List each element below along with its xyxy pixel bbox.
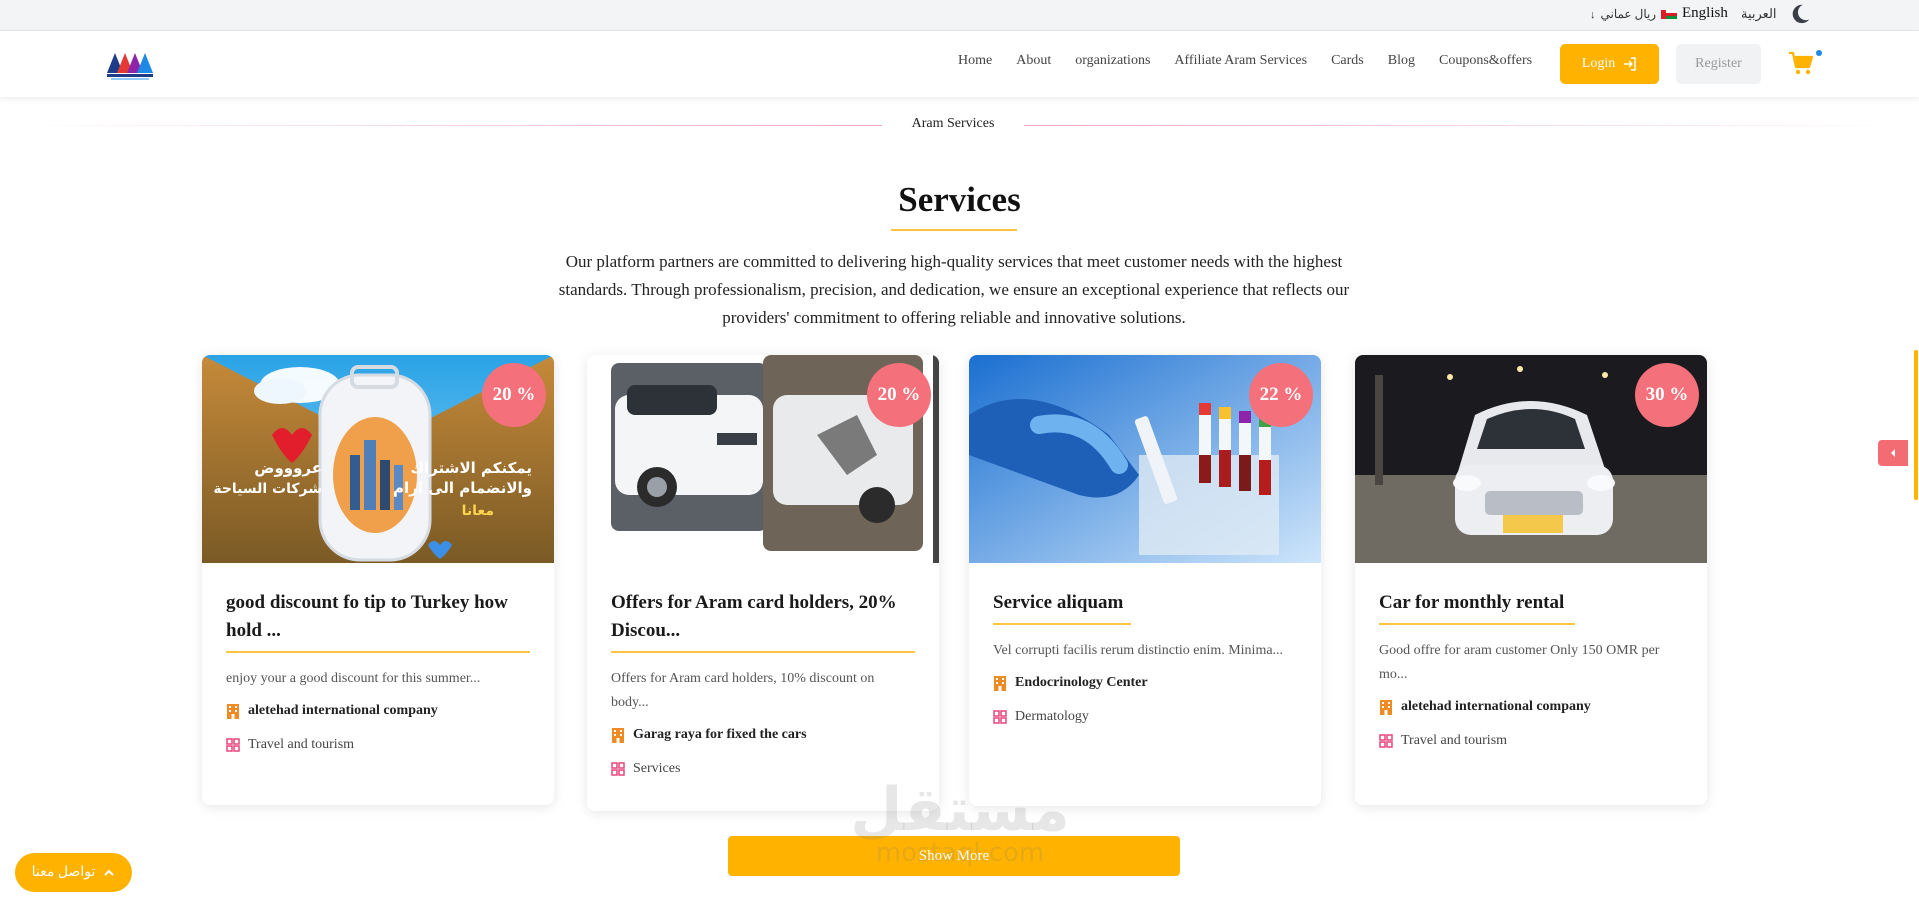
show-more-label: Show More bbox=[918, 847, 990, 864]
company-name: Garag raya for fixed the cars bbox=[633, 727, 807, 742]
card-company[interactable]: Endocrinology Center bbox=[993, 675, 1297, 691]
building-icon bbox=[227, 703, 239, 719]
svg-text:يمكنكم الاشتراك: يمكنكم الاشتراك bbox=[410, 459, 532, 477]
card-image: 20 % bbox=[587, 355, 939, 563]
login-arrow-icon bbox=[1624, 57, 1636, 71]
currency-selector[interactable]: ↓ ريال عماني bbox=[1590, 7, 1678, 22]
svg-text:معانا: معانا bbox=[462, 503, 494, 519]
category-grid-icon bbox=[611, 762, 625, 776]
register-label: Register bbox=[1695, 56, 1742, 71]
contact-us-label: تواصل معنا bbox=[31, 865, 96, 880]
page-title: Services bbox=[898, 180, 1021, 219]
nav-cards[interactable]: Cards bbox=[1331, 53, 1364, 69]
discount-badge: 20 % bbox=[867, 363, 931, 427]
discount-badge: 22 % bbox=[1249, 363, 1313, 427]
oman-flag-icon bbox=[1661, 10, 1678, 19]
service-card-2[interactable]: 20 % Offers for Aram card holders, 20% D… bbox=[587, 355, 939, 811]
section-divider-left bbox=[20, 125, 882, 126]
svg-text:والانضمام الى ارام: والانضمام الى ارام bbox=[393, 479, 532, 497]
nav-organizations[interactable]: organizations bbox=[1075, 53, 1150, 69]
category-grid-icon bbox=[226, 738, 240, 752]
title-underline bbox=[891, 229, 1017, 231]
svg-text:عروووض: عروووض bbox=[254, 459, 322, 477]
category-grid-icon bbox=[993, 710, 1007, 724]
language-arabic-link[interactable]: العربية bbox=[1741, 6, 1777, 22]
card-title[interactable]: good discount fo tip to Turkey how hold … bbox=[226, 589, 530, 651]
company-name: Endocrinology Center bbox=[1015, 675, 1148, 690]
dark-mode-moon-icon[interactable] bbox=[1789, 3, 1811, 25]
card-image: يمكنكم الاشتراك والانضمام الى ارام معانا… bbox=[202, 355, 554, 563]
currency-label: ريال عماني bbox=[1600, 7, 1657, 21]
card-title-underline bbox=[1379, 623, 1575, 625]
company-name: aletehad international company bbox=[1401, 699, 1591, 714]
category-name: Dermatology bbox=[1015, 709, 1089, 724]
chevron-down-icon: ↓ bbox=[1590, 8, 1596, 21]
card-title[interactable]: Car for monthly rental bbox=[1379, 589, 1564, 623]
category-name: Travel and tourism bbox=[248, 737, 355, 752]
cart-notification-dot bbox=[1816, 50, 1822, 56]
nav-home[interactable]: Home bbox=[958, 53, 992, 69]
card-description: Vel corrupti facilis rerum distinctio en… bbox=[993, 643, 1284, 658]
card-description: enjoy your a good discount for this summ… bbox=[226, 671, 481, 686]
scrollbar-thumb[interactable] bbox=[1914, 350, 1918, 500]
side-panel-toggle[interactable] bbox=[1878, 440, 1908, 466]
card-title-underline bbox=[611, 651, 915, 653]
card-title[interactable]: Offers for Aram card holders, 20% Discou… bbox=[611, 589, 915, 651]
nav-links: Home About organizations Affiliate Aram … bbox=[958, 53, 1556, 69]
building-icon bbox=[994, 675, 1006, 691]
category-grid-icon bbox=[1379, 734, 1393, 748]
main-navbar: Home About organizations Affiliate Aram … bbox=[0, 31, 1919, 97]
login-label: Login bbox=[1581, 56, 1616, 71]
company-name: aletehad international company bbox=[248, 703, 438, 718]
category-name: Services bbox=[633, 761, 681, 776]
card-image: 22 % bbox=[969, 355, 1321, 563]
card-category[interactable]: Travel and tourism bbox=[1379, 733, 1683, 749]
show-more-button[interactable]: Show More bbox=[728, 836, 1180, 876]
discount-badge: 20 % bbox=[482, 363, 546, 427]
card-title-underline bbox=[226, 651, 530, 653]
caret-left-icon bbox=[1891, 449, 1895, 457]
nav-about[interactable]: About bbox=[1016, 53, 1051, 69]
chevron-up-icon bbox=[104, 869, 115, 876]
top-utility-bar: العربية English ↓ ريال عماني bbox=[0, 0, 1919, 31]
card-title[interactable]: Service aliquam bbox=[993, 589, 1123, 623]
section-divider-right bbox=[1024, 125, 1904, 126]
service-card-1[interactable]: يمكنكم الاشتراك والانضمام الى ارام معانا… bbox=[202, 355, 554, 805]
service-card-3[interactable]: 22 % Service aliquam Vel corrupti facili… bbox=[969, 355, 1321, 806]
building-icon bbox=[1380, 699, 1392, 715]
shopping-cart-icon[interactable] bbox=[1787, 49, 1815, 77]
nav-coupons-offers[interactable]: Coupons&offers bbox=[1439, 53, 1532, 69]
card-category[interactable]: Travel and tourism bbox=[226, 737, 530, 753]
building-icon bbox=[612, 727, 624, 743]
card-category[interactable]: Dermatology bbox=[993, 709, 1297, 725]
card-title-underline bbox=[993, 623, 1131, 625]
register-button[interactable]: Register bbox=[1676, 44, 1761, 84]
svg-text:شركات السياحة: شركات السياحة bbox=[213, 481, 322, 497]
section-label: Aram Services bbox=[911, 116, 995, 131]
category-name: Travel and tourism bbox=[1401, 733, 1508, 748]
card-category[interactable]: Services bbox=[611, 761, 915, 777]
card-company[interactable]: aletehad international company bbox=[226, 703, 530, 719]
discount-badge: 30 % bbox=[1635, 363, 1699, 427]
card-description: Good offre for aram customer Only 150 OM… bbox=[1379, 643, 1660, 682]
service-card-4[interactable]: 30 % Car for monthly rental Good offre f… bbox=[1355, 355, 1707, 805]
contact-us-button[interactable]: تواصل معنا bbox=[15, 853, 132, 892]
card-company[interactable]: Garag raya for fixed the cars bbox=[611, 727, 915, 743]
card-description: Offers for Aram card holders, 10% discou… bbox=[611, 671, 875, 710]
card-company[interactable]: aletehad international company bbox=[1379, 699, 1683, 715]
section-description: Our platform partners are committed to d… bbox=[558, 252, 1350, 327]
login-button[interactable]: Login bbox=[1560, 44, 1659, 84]
nav-affiliate-services[interactable]: Affiliate Aram Services bbox=[1174, 53, 1307, 69]
language-english-link[interactable]: English bbox=[1682, 5, 1728, 22]
aram-logo[interactable] bbox=[105, 47, 155, 81]
nav-blog[interactable]: Blog bbox=[1388, 53, 1415, 69]
card-image: 30 % bbox=[1355, 355, 1707, 563]
